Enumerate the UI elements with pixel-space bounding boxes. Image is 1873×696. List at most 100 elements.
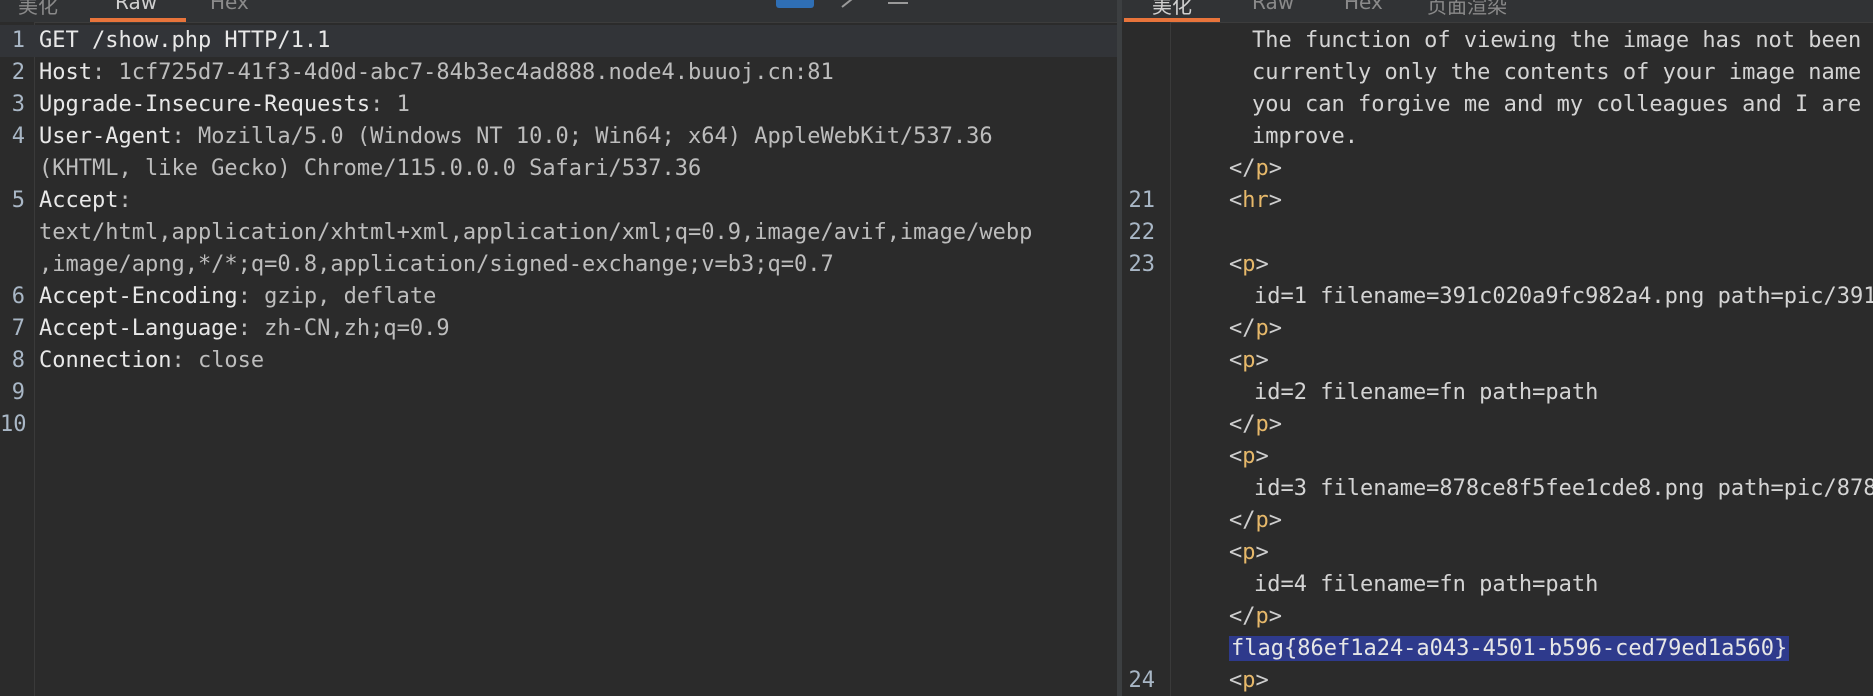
tag-bracket: </	[1229, 412, 1256, 437]
line-content: </p>	[1229, 313, 1282, 345]
header-value: : 1cf725d7-41f3-4d0d-abc7-84b3ec4ad888.n…	[91, 60, 834, 85]
code-line: id=1 filename=391c020a9fc982a4.png path=…	[1122, 281, 1873, 313]
body-text: id=3 filename=878ce8f5fee1cde8.png path=…	[1254, 476, 1873, 501]
menu-icon[interactable]	[888, 0, 908, 13]
tab-hex[interactable]: Hex	[1344, 0, 1383, 14]
search-icon[interactable]	[840, 0, 856, 13]
tag-bracket: >	[1255, 540, 1269, 565]
line-content: improve.	[1252, 121, 1358, 153]
header-value: :	[118, 188, 132, 213]
code-line: 24 <p>	[1122, 665, 1873, 696]
tag-bracket: <	[1229, 668, 1243, 693]
tab-render[interactable]: 页面渲染	[1427, 0, 1507, 19]
line-content: GET /show.php HTTP/1.1	[39, 25, 330, 57]
line-content: </p>	[1229, 601, 1282, 633]
tab-hex[interactable]: Hex	[210, 0, 249, 14]
line-content: </p>	[1229, 505, 1282, 537]
line-content: flag{86ef1a24-a043-4501-b596-ced79ed1a56…	[1229, 633, 1790, 665]
tab-pretty[interactable]: 美化	[1152, 0, 1192, 19]
tag-bracket: >	[1255, 348, 1269, 373]
header-name: Connection	[39, 348, 172, 373]
line-content: Accept-Encoding: gzip, deflate	[39, 281, 436, 313]
code-line: 10	[0, 409, 1117, 441]
code-line: <p>	[1122, 537, 1873, 569]
header-value: : gzip, deflate	[237, 284, 437, 309]
tag-bracket: >	[1255, 444, 1269, 469]
line-number: 6	[11, 284, 25, 309]
tag-bracket: >	[1268, 604, 1282, 629]
code-line: id=3 filename=878ce8f5fee1cde8.png path=…	[1122, 473, 1873, 505]
line-content: id=2 filename=fn path=path	[1254, 377, 1598, 409]
header-value: (KHTML, like Gecko) Chrome/115.0.0.0 Saf…	[39, 156, 702, 181]
code-line: </p>	[1122, 601, 1873, 633]
tag-bracket: <	[1229, 348, 1243, 373]
code-line: The function of viewing the image has no…	[1122, 25, 1873, 57]
tag-name: p	[1242, 252, 1256, 277]
header-name: Accept-Language	[39, 316, 238, 341]
line-content: The function of viewing the image has no…	[1252, 25, 1873, 57]
code-line: text/html,application/xhtml+xml,applicat…	[0, 217, 1117, 249]
line-content: Connection: close	[39, 345, 264, 377]
code-line: you can forgive me and my colleagues and…	[1122, 89, 1873, 121]
header-value: : Mozilla/5.0 (Windows NT 10.0; Win64; x…	[171, 124, 993, 149]
line-number: 9	[11, 380, 25, 405]
line-content: </p>	[1229, 153, 1282, 185]
tag-bracket: </	[1229, 316, 1256, 341]
line-number: 23	[1128, 252, 1156, 277]
tag-bracket: >	[1255, 252, 1269, 277]
tag-bracket: >	[1268, 508, 1282, 533]
tag-bracket: <	[1229, 252, 1243, 277]
line-content: currently only the contents of your imag…	[1252, 57, 1873, 89]
tab-pretty[interactable]: 美化	[18, 0, 58, 19]
line-number: 7	[11, 316, 25, 341]
tag-name: p	[1242, 540, 1256, 565]
wrap-toggle-icon[interactable]	[776, 0, 814, 12]
tag-name: p	[1242, 668, 1256, 693]
header-name: Accept-Encoding	[39, 284, 238, 309]
line-content: <p>	[1229, 249, 1269, 281]
body-text: you can forgive me and my colleagues and…	[1252, 92, 1862, 117]
code-line: <p>	[1122, 441, 1873, 473]
response-text-area[interactable]: The function of viewing the image has no…	[1122, 25, 1873, 696]
line-content: Host: 1cf725d7-41f3-4d0d-abc7-84b3ec4ad8…	[39, 57, 834, 89]
header-name: Host	[39, 60, 92, 85]
header-value: : 1	[370, 92, 410, 117]
request-tabbar: 美化 Raw Hex	[0, 0, 1117, 23]
code-line: id=2 filename=fn path=path	[1122, 377, 1873, 409]
code-line: 5 Accept:	[0, 185, 1117, 217]
line-content: you can forgive me and my colleagues and…	[1252, 89, 1873, 121]
header-value: : zh-CN,zh;q=0.9	[237, 316, 450, 341]
active-tab-underline	[90, 18, 186, 22]
request-text-area[interactable]: 1 GET /show.php HTTP/1.1 2 Host: 1cf725d7-4…	[0, 25, 1117, 441]
tag-name: p	[1242, 348, 1256, 373]
code-line: 7 Accept-Language: zh-CN,zh;q=0.9	[0, 313, 1117, 345]
tag-bracket: >	[1268, 316, 1282, 341]
line-number: 10	[0, 412, 27, 437]
line-number: 3	[11, 92, 25, 117]
code-line: </p>	[1122, 409, 1873, 441]
code-line: 23 <p>	[1122, 249, 1873, 281]
tag-bracket: </	[1229, 156, 1256, 181]
line-content: <p>	[1229, 345, 1269, 377]
tab-raw[interactable]: Raw	[1252, 0, 1294, 14]
code-line: improve.	[1122, 121, 1873, 153]
request-editor-pane[interactable]: 美化 Raw Hex 1 GET /show.php HTTP/1.1 2 Host:…	[0, 0, 1117, 696]
response-viewer-pane[interactable]: 美化 Raw Hex 页面渲染 The function of viewing …	[1122, 0, 1873, 696]
tag-bracket: </	[1229, 604, 1256, 629]
code-line: 1 GET /show.php HTTP/1.1	[0, 25, 1117, 57]
line-content: id=3 filename=878ce8f5fee1cde8.png path=…	[1254, 473, 1873, 505]
line-content: text/html,application/xhtml+xml,applicat…	[39, 217, 1032, 249]
header-value: : close	[171, 348, 265, 373]
body-text: id=1 filename=391c020a9fc982a4.png path=…	[1254, 284, 1873, 309]
header-name: Accept	[39, 188, 119, 213]
line-number: 2	[11, 60, 25, 85]
body-text: id=4 filename=fn path=path	[1254, 572, 1599, 597]
line-content: <p>	[1229, 441, 1269, 473]
line-content: <hr>	[1229, 185, 1282, 217]
code-line: currently only the contents of your imag…	[1122, 57, 1873, 89]
body-text: improve.	[1252, 124, 1358, 149]
tag-name: hr	[1242, 188, 1269, 213]
header-name: GET /show.php HTTP/1.1	[39, 28, 331, 53]
tab-raw[interactable]: Raw	[115, 0, 157, 14]
code-line: 9	[0, 377, 1117, 409]
